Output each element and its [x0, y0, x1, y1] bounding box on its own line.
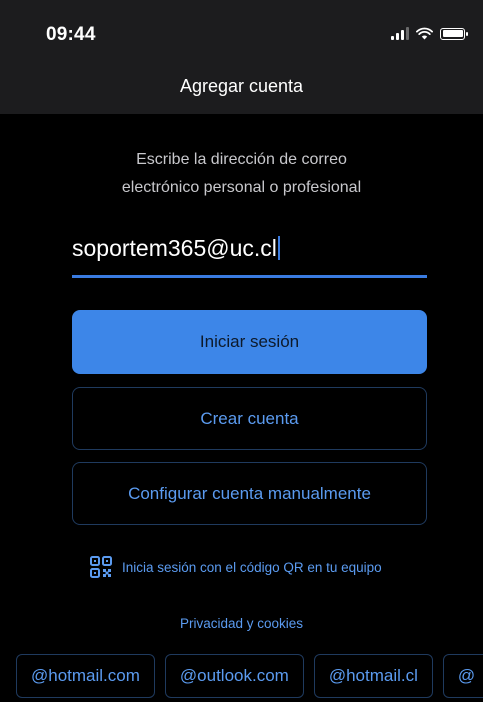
email-field[interactable]: soportem365@uc.cl [72, 230, 427, 278]
text-caret [277, 236, 280, 260]
privacy-cookies-link[interactable]: Privacidad y cookies [0, 616, 483, 631]
instructions-line-2: electrónico personal o profesional [121, 179, 362, 196]
email-field-value: soportem365@uc.cl [72, 235, 277, 261]
manual-setup-button[interactable]: Configurar cuenta manualmente [72, 462, 427, 525]
instructions-text: Escribe la dirección de correo electróni… [60, 146, 423, 202]
status-time: 09:44 [46, 24, 96, 45]
add-account-screen: 09:44 Agregar cuenta Escribe la direcció… [0, 0, 483, 702]
domain-suggestions: @hotmail.com @outlook.com @hotmail.cl @ [16, 654, 483, 698]
signal-icon [391, 27, 409, 40]
wifi-icon [416, 27, 433, 40]
instructions-line-1: Escribe la dirección de correo [136, 151, 347, 168]
domain-chip-outlook-com[interactable]: @outlook.com [164, 654, 304, 698]
domain-chip-partial[interactable]: @ [442, 654, 483, 698]
qr-code-icon [90, 556, 112, 578]
domain-chip-hotmail-cl[interactable]: @hotmail.cl [313, 654, 433, 698]
qr-login-link[interactable]: Inicia sesión con el código QR en tu equ… [90, 556, 382, 578]
domain-chip-hotmail-com[interactable]: @hotmail.com [16, 654, 155, 698]
page-title: Agregar cuenta [179, 76, 304, 96]
top-bar: 09:44 Agregar cuenta [0, 0, 483, 114]
battery-icon [440, 27, 468, 40]
qr-login-label: Inicia sesión con el código QR en tu equ… [122, 559, 382, 575]
status-icons [391, 27, 468, 40]
create-account-button[interactable]: Crear cuenta [72, 387, 427, 450]
sign-in-button[interactable]: Iniciar sesión [72, 310, 427, 374]
